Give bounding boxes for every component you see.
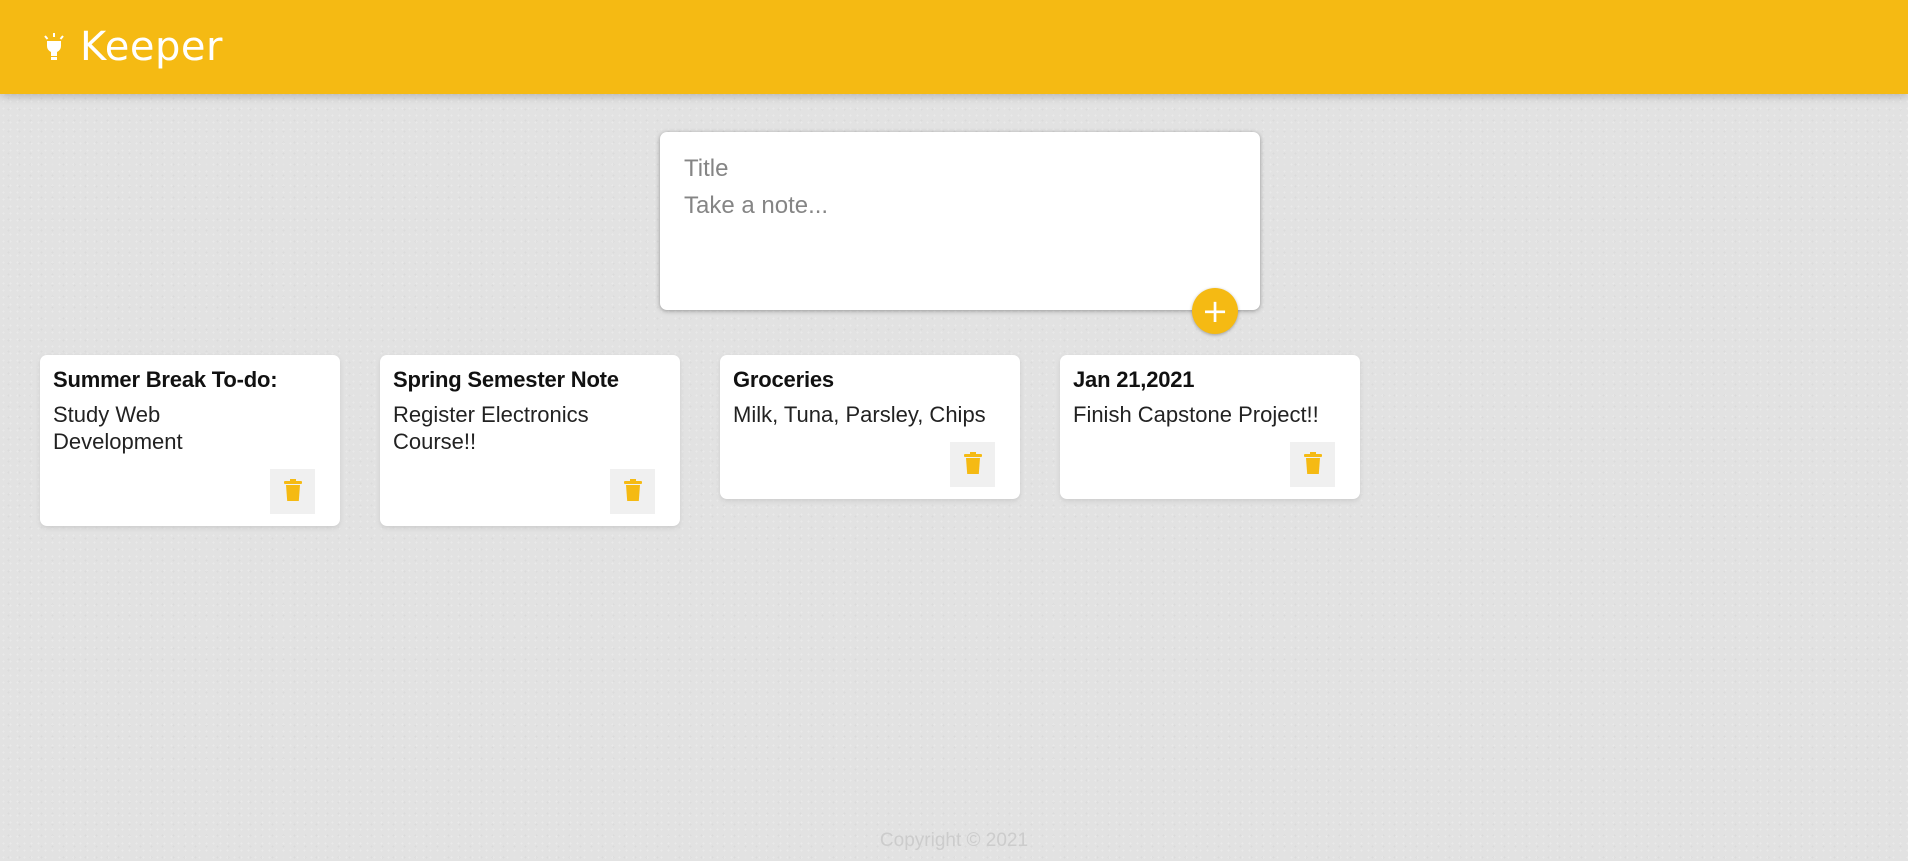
note-title: Spring Semester Note <box>393 367 619 392</box>
app-title: Keeper <box>80 24 223 70</box>
trash-icon <box>623 479 642 504</box>
note-content-input[interactable] <box>684 192 1234 282</box>
copyright-text: Copyright © 2021 <box>879 830 1029 851</box>
footer: Copyright © 2021 <box>0 830 1908 852</box>
note-title: Jan 21,2021 <box>1073 367 1195 392</box>
app-header: Keeper <box>0 0 1908 94</box>
create-note-form <box>660 132 1260 310</box>
note-content: Study Web Development <box>53 402 183 454</box>
note-content: Register Electronics Course!! <box>393 402 589 454</box>
trash-icon <box>963 452 982 477</box>
note-card: Summer Break To-do: Study Web Developmen… <box>40 355 340 526</box>
trash-icon <box>1303 452 1322 477</box>
add-note-button[interactable]: + <box>1192 288 1238 334</box>
delete-note-button[interactable] <box>950 442 995 487</box>
plus-icon: + <box>1201 292 1229 330</box>
note-card: Spring Semester Note Register Electronic… <box>380 355 680 526</box>
note-card: Jan 21,2021 Finish Capstone Project!! <box>1060 355 1360 499</box>
note-title: Summer Break To-do: <box>53 367 278 392</box>
brand: Keeper <box>42 24 223 70</box>
note-card: Groceries Milk, Tuna, Parsley, Chips <box>720 355 1020 499</box>
note-title-input[interactable] <box>684 154 1234 184</box>
note-content: Finish Capstone Project!! <box>1073 402 1319 427</box>
note-title: Groceries <box>733 367 834 392</box>
lightbulb-icon <box>42 32 66 62</box>
delete-note-button[interactable] <box>1290 442 1335 487</box>
note-content: Milk, Tuna, Parsley, Chips <box>733 402 986 427</box>
delete-note-button[interactable] <box>270 469 315 514</box>
trash-icon <box>283 479 302 504</box>
delete-note-button[interactable] <box>610 469 655 514</box>
